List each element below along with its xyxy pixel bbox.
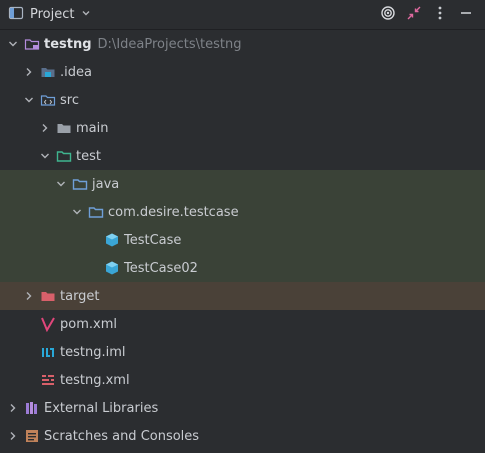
tree-item-external-libraries[interactable]: External Libraries (0, 394, 485, 422)
tree-item-label: TestCase (124, 232, 182, 248)
chevron-down-icon[interactable] (70, 205, 84, 219)
chevron-right-icon[interactable] (6, 401, 20, 415)
tree-item-testng[interactable]: testng D:\IdeaProjects\testng (0, 30, 485, 58)
project-view-icon (8, 5, 24, 25)
test-source-folder-icon (72, 176, 88, 192)
package-icon (88, 204, 104, 220)
chevron-right-icon[interactable] (22, 289, 36, 303)
collapse-all-button[interactable] (401, 3, 427, 27)
tree-item-label: test (76, 148, 101, 164)
tool-window-title: Project (30, 7, 75, 22)
more-options-icon (432, 5, 448, 25)
tree-item-test[interactable]: test (0, 142, 485, 170)
tree-item-label: testng.iml (60, 344, 126, 360)
tree-item-testng-xml[interactable]: testng.xml (0, 366, 485, 394)
java-class-icon (104, 232, 120, 248)
locate-button[interactable] (375, 3, 401, 27)
tree-item-idea[interactable]: .idea (0, 58, 485, 86)
folder-icon (56, 120, 72, 136)
tree-item-label: target (60, 288, 100, 304)
hide-icon (458, 5, 474, 25)
tree-item-src[interactable]: src (0, 86, 485, 114)
options-button[interactable] (427, 3, 453, 27)
chevron-right-icon[interactable] (22, 65, 36, 79)
test-folder-icon (56, 148, 72, 164)
chevron-down-icon[interactable] (6, 37, 20, 51)
excluded-folder-icon (40, 288, 56, 304)
chevron-down-icon (80, 7, 92, 23)
tree-item-target[interactable]: target (0, 282, 485, 310)
tree-item-scratches[interactable]: Scratches and Consoles (0, 422, 485, 450)
tree-item-label: TestCase02 (124, 260, 198, 276)
tree-item-label: testng.xml (60, 372, 130, 388)
idea-folder-icon (40, 64, 56, 80)
tree-item-testcase02[interactable]: TestCase02 (0, 254, 485, 282)
chevron-right-icon[interactable] (38, 121, 52, 135)
tree-item-pom[interactable]: pom.xml (0, 310, 485, 338)
java-class-icon (104, 260, 120, 276)
tree-item-label: java (92, 176, 120, 192)
project-tool-window-header: Project (0, 0, 485, 30)
library-icon (24, 400, 40, 416)
chevron-down-icon[interactable] (22, 93, 36, 107)
tree-item-package[interactable]: com.desire.testcase (0, 198, 485, 226)
xml-file-icon (40, 372, 56, 388)
tree-item-label: com.desire.testcase (108, 204, 239, 220)
scratches-icon (24, 428, 40, 444)
tree-item-label: src (60, 92, 79, 108)
tree-item-iml[interactable]: testng.iml (0, 338, 485, 366)
tree-item-label: .idea (60, 64, 92, 80)
source-folder-icon (40, 92, 56, 108)
chevron-right-icon[interactable] (6, 429, 20, 443)
project-view-selector[interactable]: Project (8, 5, 92, 25)
tree-item-label: Scratches and Consoles (44, 428, 200, 444)
tree-item-label: External Libraries (44, 400, 159, 416)
tree-item-label: pom.xml (60, 316, 117, 332)
iml-file-icon (40, 344, 56, 360)
module-folder-icon (24, 36, 40, 52)
collapse-icon (406, 5, 422, 25)
chevron-down-icon[interactable] (38, 149, 52, 163)
chevron-down-icon[interactable] (54, 177, 68, 191)
hide-button[interactable] (453, 3, 479, 27)
tree-item-main[interactable]: main (0, 114, 485, 142)
tree-item-label: main (76, 120, 109, 136)
project-path: D:\IdeaProjects\testng (97, 36, 242, 52)
tree-item-testcase[interactable]: TestCase (0, 226, 485, 254)
maven-icon (40, 316, 56, 332)
tree-item-java[interactable]: java (0, 170, 485, 198)
tree-item-label: testng (44, 36, 92, 52)
locate-icon (380, 5, 396, 25)
